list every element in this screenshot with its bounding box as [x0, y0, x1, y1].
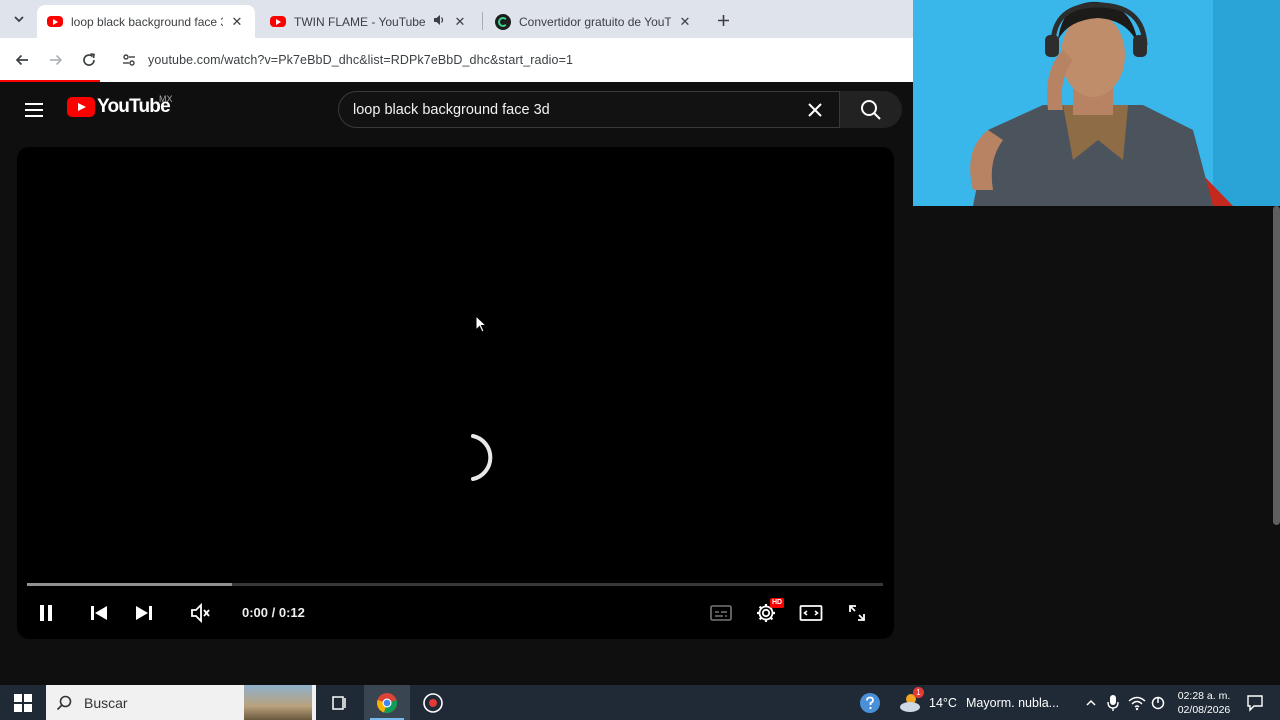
- search-icon: [861, 99, 881, 120]
- pause-icon: [40, 605, 52, 621]
- taskbar: Buscar 1 14°C Mayorm. nubla... 02:28 a. …: [0, 685, 1280, 720]
- speaker-icon[interactable]: [432, 13, 446, 30]
- tab-title: loop black background face 3d: [71, 14, 223, 29]
- new-tab-button[interactable]: [712, 9, 734, 31]
- wifi-icon: [1128, 696, 1146, 711]
- chrome-icon: [377, 693, 397, 713]
- search-highlight-image: [244, 685, 312, 720]
- search-query: loop black background face 3d: [353, 101, 550, 118]
- browser-toolbar: youtube.com/watch?v=Pk7eBbD_dhc&list=RDP…: [0, 38, 913, 82]
- microphone-icon: [1107, 695, 1119, 711]
- page-side-area: [913, 206, 1280, 685]
- system-clock[interactable]: 02:28 a. m. 02/08/2026: [1170, 689, 1238, 717]
- recorder-taskbar-button[interactable]: [420, 690, 446, 716]
- recorder-icon: [423, 693, 443, 713]
- search-input[interactable]: loop black background face 3d: [338, 91, 840, 128]
- progress-bar[interactable]: [27, 583, 883, 586]
- clear-search-button[interactable]: [801, 96, 829, 124]
- youtube-page: YouTube MX loop black background face 3d…: [0, 82, 913, 685]
- theater-mode-icon: [799, 605, 823, 621]
- back-button[interactable]: [9, 47, 35, 73]
- close-icon: [808, 102, 822, 117]
- settings-button[interactable]: HD: [752, 598, 785, 627]
- start-button[interactable]: [10, 690, 36, 716]
- skip-previous-icon: [91, 606, 107, 620]
- loading-spinner-icon: [471, 434, 493, 481]
- tab-title: Convertidor gratuito de YouTub: [519, 14, 671, 29]
- chrome-taskbar-button[interactable]: [374, 690, 400, 716]
- url-text: youtube.com/watch?v=Pk7eBbD_dhc&list=RDP…: [148, 53, 574, 67]
- weather-badge: 1: [913, 687, 924, 698]
- close-tab-icon[interactable]: ✕: [229, 14, 245, 30]
- task-view-icon: [332, 696, 346, 710]
- subtitles-icon: [710, 605, 732, 621]
- search-icon: [56, 695, 72, 716]
- reload-icon: [83, 53, 95, 66]
- microphone-tray-button[interactable]: [1100, 690, 1126, 716]
- browser-window: loop black background face 3d ✕ TWIN FLA…: [0, 0, 913, 83]
- fullscreen-icon: [849, 605, 865, 621]
- search-placeholder: Buscar: [84, 694, 128, 711]
- volume-muted-icon: [191, 602, 210, 624]
- tab-search-button[interactable]: [8, 8, 30, 30]
- weather-condition: Mayorm. nubla...: [966, 696, 1060, 710]
- help-tray-button[interactable]: [857, 690, 883, 716]
- guide-menu-button[interactable]: [22, 98, 46, 122]
- plus-icon: [717, 14, 729, 26]
- notification-icon: [1247, 695, 1263, 712]
- arrow-right-icon: [50, 54, 63, 66]
- clock-time: 02:28 a. m.: [1177, 690, 1231, 702]
- tab-twin-flame[interactable]: TWIN FLAME - YouTube ✕: [260, 5, 478, 38]
- tab-title: TWIN FLAME - YouTube: [294, 14, 426, 29]
- search-button[interactable]: [840, 91, 902, 128]
- tab-separator: [482, 12, 483, 30]
- youtube-play-logo-icon: [67, 97, 95, 117]
- reload-button[interactable]: [76, 47, 102, 73]
- weather-widget[interactable]: 1: [897, 687, 924, 716]
- chevron-down-icon: [14, 16, 24, 23]
- subtitles-button[interactable]: [707, 599, 735, 627]
- taskbar-search-box[interactable]: Buscar: [46, 685, 316, 720]
- windows-icon: [14, 694, 32, 712]
- time-display: 0:00 / 0:12: [242, 605, 305, 620]
- youtube-logo[interactable]: YouTube MX: [67, 94, 173, 118]
- address-bar[interactable]: youtube.com/watch?v=Pk7eBbD_dhc&list=RDP…: [112, 44, 907, 76]
- task-view-button[interactable]: [326, 690, 352, 716]
- hd-badge: HD: [770, 598, 785, 608]
- theater-mode-button[interactable]: [797, 599, 825, 627]
- help-icon: [860, 693, 880, 713]
- tab-youtube-active[interactable]: loop black background face 3d ✕: [37, 5, 255, 38]
- clock-date: 02/08/2026: [1177, 704, 1231, 716]
- hamburger-icon: [25, 103, 43, 117]
- webcam-person-image: [913, 0, 1280, 206]
- close-tab-icon[interactable]: ✕: [452, 14, 468, 30]
- youtube-favicon-icon: [47, 16, 63, 27]
- pause-button[interactable]: [32, 599, 60, 627]
- sync-icon: [1151, 696, 1165, 710]
- youtube-favicon-icon: [270, 16, 286, 27]
- buffered-progress: [27, 583, 233, 586]
- mouse-cursor-icon: [475, 315, 487, 333]
- page-scrollbar[interactable]: [1273, 206, 1280, 525]
- converter-favicon-icon: [495, 13, 511, 30]
- arrow-left-icon: [15, 54, 28, 66]
- video-player[interactable]: 0:00 / 0:12 HD: [17, 147, 894, 639]
- tab-strip: loop black background face 3d ✕ TWIN FLA…: [0, 0, 913, 38]
- site-info-icon[interactable]: [121, 52, 137, 73]
- skip-next-icon: [136, 606, 152, 620]
- tab-convertidor[interactable]: Convertidor gratuito de YouTub ✕: [485, 5, 703, 38]
- webcam-overlay: [913, 0, 1280, 206]
- previous-button[interactable]: [85, 599, 113, 627]
- weather-temp: 14°C: [929, 696, 957, 710]
- fullscreen-button[interactable]: [843, 599, 871, 627]
- country-code: MX: [159, 94, 173, 104]
- next-button[interactable]: [130, 599, 158, 627]
- sync-tray-button[interactable]: [1145, 690, 1171, 716]
- close-tab-icon[interactable]: ✕: [677, 14, 693, 30]
- mute-button[interactable]: [186, 599, 214, 627]
- chevron-up-icon: [1086, 699, 1096, 706]
- forward-button[interactable]: [43, 47, 69, 73]
- notifications-button[interactable]: [1242, 690, 1268, 716]
